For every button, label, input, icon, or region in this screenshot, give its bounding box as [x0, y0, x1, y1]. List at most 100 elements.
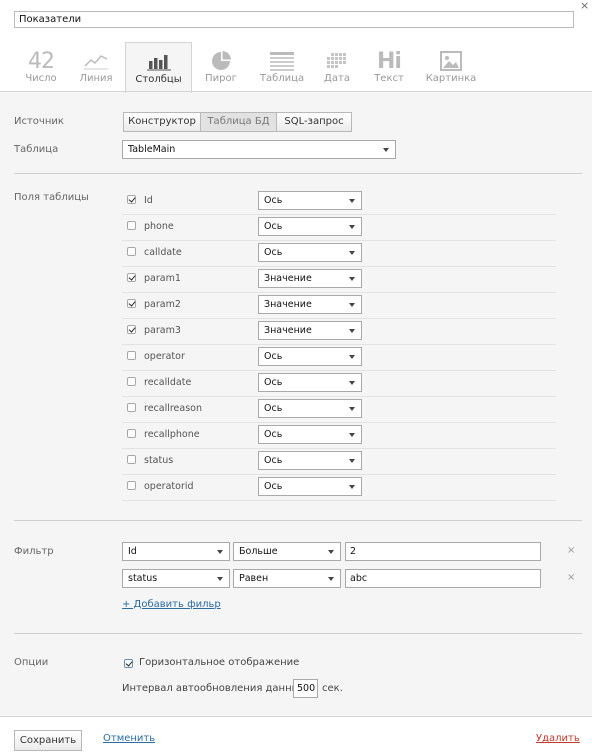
table-select[interactable]: TableMain [122, 140, 396, 159]
field-role-value: Ось [264, 221, 283, 232]
field-role-select[interactable]: Значение [258, 269, 362, 288]
field-name: param3 [144, 325, 181, 336]
field-role-select[interactable]: Ось [258, 477, 362, 496]
field-checkbox[interactable] [127, 429, 136, 438]
dashboard-title-input[interactable]: Показатели [14, 11, 574, 28]
row-divider [122, 266, 556, 267]
tab-date[interactable]: Дата [314, 43, 360, 92]
chevron-down-icon [383, 148, 389, 152]
tab-line[interactable]: Линия [71, 43, 121, 92]
field-checkbox[interactable] [127, 299, 136, 308]
field-role-select[interactable]: Значение [258, 295, 362, 314]
cancel-link[interactable]: Отменить [103, 733, 155, 744]
pie-chart-icon [195, 49, 247, 73]
number-42-icon: 42 [28, 48, 55, 74]
field-checkbox[interactable] [127, 273, 136, 282]
field-name: operator [144, 351, 185, 362]
section-divider [14, 633, 582, 634]
field-role-value: Значение [264, 325, 312, 336]
field-role-value: Ось [264, 455, 283, 466]
field-checkbox[interactable] [127, 325, 136, 334]
field-checkbox[interactable] [127, 195, 136, 204]
field-role-select[interactable]: Ось [258, 217, 362, 236]
tab-picture[interactable]: Картинка [422, 43, 480, 92]
filter-value-input[interactable]: 2 [345, 542, 541, 561]
field-role-select[interactable]: Ось [258, 425, 362, 444]
field-role-select[interactable]: Ось [258, 399, 362, 418]
field-checkbox[interactable] [127, 247, 136, 256]
field-role-select[interactable]: Ось [258, 191, 362, 210]
tab-bars[interactable]: Столбцы [125, 42, 192, 93]
tab-number[interactable]: 42 Число [14, 43, 68, 92]
close-icon[interactable]: × [580, 0, 589, 12]
delete-link[interactable]: Удалить [536, 733, 580, 744]
chevron-down-icon [217, 577, 223, 581]
fields-label: Поля таблицы [14, 192, 89, 203]
tab-label: Пирог [205, 73, 237, 84]
options-label: Опции [14, 657, 49, 668]
tabs-divider [0, 91, 592, 92]
save-button[interactable]: Сохранить [14, 730, 82, 751]
field-role-select[interactable]: Значение [258, 321, 362, 340]
row-divider [122, 474, 556, 475]
field-checkbox[interactable] [127, 403, 136, 412]
tab-label: Дата [324, 73, 350, 84]
tab-label: Столбцы [135, 74, 182, 85]
tab-table[interactable]: Таблица [254, 43, 310, 92]
field-checkbox[interactable] [127, 455, 136, 464]
filter-value-input[interactable]: abc [345, 569, 541, 588]
field-checkbox[interactable] [127, 221, 136, 230]
refresh-interval-label: Интервал автообновления данных [122, 683, 306, 694]
row-divider [122, 500, 556, 501]
source-sql-button[interactable]: SQL-запрос [276, 112, 352, 132]
tab-text[interactable]: Hi Текст [365, 43, 413, 92]
table-label: Таблица [14, 144, 59, 155]
section-divider [14, 173, 582, 174]
row-divider [122, 448, 556, 449]
field-checkbox[interactable] [127, 377, 136, 386]
field-role-select[interactable]: Ось [258, 451, 362, 470]
chevron-down-icon [349, 303, 355, 307]
header-area: Показатели × 42 Число Линия Столбцы Пиро… [0, 0, 592, 93]
filter-field-select[interactable]: Id [122, 542, 230, 561]
chevron-down-icon [349, 433, 355, 437]
source-db-table-button[interactable]: Таблица БД [200, 112, 277, 132]
filter-operator-select[interactable]: Равен [233, 569, 341, 588]
filter-label: Фильтр [14, 546, 54, 557]
chevron-down-icon [349, 225, 355, 229]
chevron-down-icon [349, 199, 355, 203]
remove-filter-icon[interactable]: × [567, 572, 575, 583]
field-role-value: Ось [264, 377, 283, 388]
remove-filter-icon[interactable]: × [567, 545, 575, 556]
tab-label: Картинка [425, 73, 477, 84]
section-divider [14, 520, 582, 521]
field-role-value: Ось [264, 195, 283, 206]
filter-operator-value: Больше [239, 546, 278, 557]
filter-operator-select[interactable]: Больше [233, 542, 341, 561]
tab-label: Текст [374, 73, 404, 84]
row-divider [122, 396, 556, 397]
tab-pie[interactable]: Пирог [195, 43, 247, 92]
bar-chart-icon [126, 50, 191, 74]
row-divider [122, 240, 556, 241]
field-role-select[interactable]: Ось [258, 243, 362, 262]
field-name: Id [144, 195, 153, 206]
refresh-interval-input[interactable]: 500 [293, 679, 318, 698]
field-name: phone [144, 221, 174, 232]
filter-field-select[interactable]: status [122, 569, 230, 588]
chevron-down-icon [349, 277, 355, 281]
field-name: recalldate [144, 377, 192, 388]
field-name: status [144, 455, 174, 466]
horizontal-display-checkbox[interactable] [124, 659, 133, 668]
field-checkbox[interactable] [127, 351, 136, 360]
text-hi-icon: Hi [377, 48, 402, 74]
add-filter-link[interactable]: + Добавить фильр [122, 599, 221, 610]
field-role-value: Значение [264, 273, 312, 284]
chevron-down-icon [349, 329, 355, 333]
filter-field-value: Id [128, 546, 137, 557]
field-role-select[interactable]: Ось [258, 347, 362, 366]
horizontal-display-label: Горизонтальное отображение [139, 657, 300, 668]
field-role-select[interactable]: Ось [258, 373, 362, 392]
field-checkbox[interactable] [127, 481, 136, 490]
source-constructor-button[interactable]: Конструктор [123, 112, 201, 132]
